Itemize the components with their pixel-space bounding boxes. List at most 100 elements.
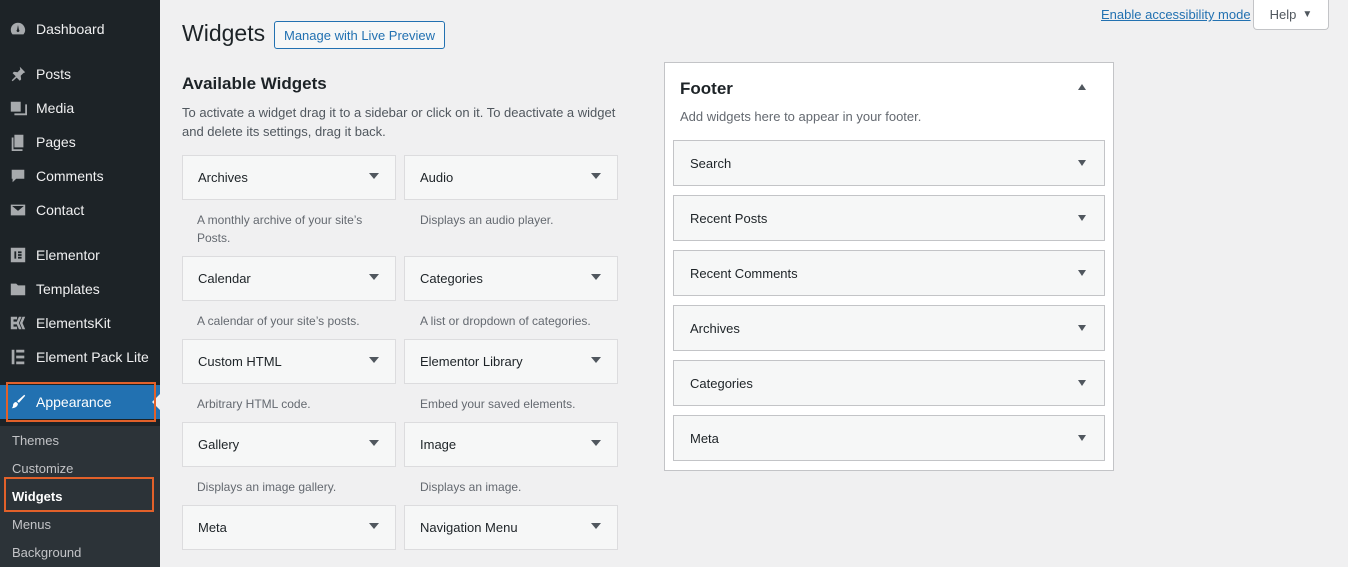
media-icon bbox=[0, 99, 36, 117]
widget-title: Image bbox=[420, 437, 457, 452]
menu-label: Elementor bbox=[36, 247, 100, 263]
caret-down-icon[interactable] bbox=[369, 173, 379, 179]
footer-widget-recent-comments[interactable]: Recent Comments bbox=[673, 250, 1105, 296]
widget-image[interactable]: Image bbox=[404, 422, 618, 467]
caret-down-icon: ▼ bbox=[1302, 9, 1313, 20]
menu-item-contact[interactable]: Contact bbox=[0, 193, 160, 227]
caret-down-icon[interactable] bbox=[369, 440, 379, 446]
menu-label: Element Pack Lite bbox=[36, 349, 149, 365]
widget-title: Meta bbox=[690, 430, 719, 446]
footer-widget-meta[interactable]: Meta bbox=[673, 415, 1105, 461]
footer-widget-area: Footer Add widgets here to appear in you… bbox=[664, 62, 1114, 471]
pin-icon bbox=[0, 65, 36, 83]
enable-accessibility-link[interactable]: Enable accessibility mode bbox=[1101, 7, 1251, 22]
caret-down-icon[interactable] bbox=[1078, 325, 1086, 331]
caret-down-icon[interactable] bbox=[369, 274, 379, 280]
manage-live-preview-button[interactable]: Manage with Live Preview bbox=[274, 21, 446, 49]
widget-archives[interactable]: Archives bbox=[182, 155, 396, 200]
widget-custom-html[interactable]: Custom HTML bbox=[182, 339, 396, 384]
widget-title: Custom HTML bbox=[198, 354, 282, 369]
help-label: Help bbox=[1269, 7, 1297, 22]
caret-down-icon[interactable] bbox=[591, 523, 601, 529]
menu-item-templates[interactable]: Templates bbox=[0, 272, 160, 306]
widget-description: A monthly archive of your site’s Posts. bbox=[197, 213, 363, 245]
help-button[interactable]: Help ▼ bbox=[1253, 0, 1329, 30]
menu-label: Contact bbox=[36, 202, 85, 218]
widget-title: Audio bbox=[420, 170, 454, 185]
footer-widget-search[interactable]: Search bbox=[673, 140, 1105, 186]
caret-down-icon[interactable] bbox=[1078, 215, 1086, 221]
submenu-item-menus[interactable]: Menus bbox=[12, 517, 51, 532]
widget-gallery[interactable]: Gallery bbox=[182, 422, 396, 467]
widget-title: Recent Comments bbox=[690, 265, 798, 281]
widget-navigation-menu[interactable]: Navigation Menu bbox=[404, 505, 618, 550]
page-title: Widgets bbox=[182, 20, 266, 46]
comment-icon bbox=[0, 167, 36, 185]
widget-title: Elementor Library bbox=[420, 354, 523, 369]
collapse-arrow-icon[interactable] bbox=[1078, 84, 1086, 90]
caret-down-icon[interactable] bbox=[591, 357, 601, 363]
widget-meta[interactable]: Meta bbox=[182, 505, 396, 550]
pages-icon bbox=[0, 133, 36, 151]
menu-item-media[interactable]: Media bbox=[0, 91, 160, 125]
widget-title: Categories bbox=[420, 271, 483, 286]
widget-categories[interactable]: Categories bbox=[404, 256, 618, 301]
footer-title: Footer bbox=[680, 79, 733, 98]
submenu-item-themes[interactable]: Themes bbox=[12, 433, 59, 448]
submenu-item-background[interactable]: Background bbox=[12, 545, 81, 560]
widget-description: Displays an image. bbox=[420, 480, 522, 494]
menu-item-posts[interactable]: Posts bbox=[0, 57, 160, 91]
element-pack-icon bbox=[0, 348, 36, 366]
footer-widget-archives[interactable]: Archives bbox=[673, 305, 1105, 351]
caret-down-icon[interactable] bbox=[591, 173, 601, 179]
elementskit-icon bbox=[0, 314, 36, 332]
widget-description: A calendar of your site’s posts. bbox=[197, 314, 360, 328]
paintbrush-icon bbox=[0, 393, 36, 411]
menu-item-elementskit[interactable]: ElementsKit bbox=[0, 306, 160, 340]
menu-label: Appearance bbox=[36, 394, 112, 410]
widget-description: A list or dropdown of categories. bbox=[420, 314, 591, 328]
widget-title: Archives bbox=[198, 170, 248, 185]
submenu-item-widgets[interactable]: Widgets bbox=[12, 489, 62, 504]
widget-description: Arbitrary HTML code. bbox=[197, 397, 311, 411]
menu-label: Dashboard bbox=[36, 21, 105, 37]
widget-calendar[interactable]: Calendar bbox=[182, 256, 396, 301]
footer-widget-categories[interactable]: Categories bbox=[673, 360, 1105, 406]
menu-item-pages[interactable]: Pages bbox=[0, 125, 160, 159]
folder-icon bbox=[0, 280, 36, 298]
caret-down-icon[interactable] bbox=[591, 274, 601, 280]
footer-widget-recent-posts[interactable]: Recent Posts bbox=[673, 195, 1105, 241]
submenu-item-customize[interactable]: Customize bbox=[12, 461, 73, 476]
mail-icon bbox=[0, 201, 36, 219]
footer-description: Add widgets here to appear in your foote… bbox=[680, 109, 922, 124]
widget-title: Navigation Menu bbox=[420, 520, 518, 535]
caret-down-icon[interactable] bbox=[1078, 160, 1086, 166]
menu-item-element-pack-lite[interactable]: Element Pack Lite bbox=[0, 340, 160, 374]
caret-down-icon[interactable] bbox=[1078, 435, 1086, 441]
admin-sidebar: Dashboard Posts Media Pages Comments Con… bbox=[0, 0, 160, 567]
menu-label: Media bbox=[36, 100, 75, 116]
caret-down-icon[interactable] bbox=[369, 523, 379, 529]
caret-down-icon[interactable] bbox=[1078, 380, 1086, 386]
caret-down-icon[interactable] bbox=[591, 440, 601, 446]
current-indicator bbox=[152, 394, 160, 410]
widget-title: Categories bbox=[690, 375, 753, 391]
widget-description: Displays an image gallery. bbox=[197, 480, 337, 494]
widget-elementor-library[interactable]: Elementor Library bbox=[404, 339, 618, 384]
available-widgets-description: To activate a widget drag it to a sideba… bbox=[182, 105, 616, 139]
caret-down-icon[interactable] bbox=[1078, 270, 1086, 276]
caret-down-icon[interactable] bbox=[369, 357, 379, 363]
menu-label: Posts bbox=[36, 66, 72, 82]
menu-item-comments[interactable]: Comments bbox=[0, 159, 160, 193]
menu-label: Pages bbox=[36, 134, 76, 150]
widget-title: Search bbox=[690, 155, 732, 171]
available-widgets-title: Available Widgets bbox=[182, 74, 327, 93]
widget-title: Archives bbox=[690, 320, 740, 336]
menu-item-elementor[interactable]: Elementor bbox=[0, 238, 160, 272]
appearance-submenu: Themes Customize Widgets Menus Backgroun… bbox=[0, 426, 160, 567]
menu-item-dashboard[interactable]: Dashboard bbox=[0, 12, 160, 46]
widget-description: Embed your saved elements. bbox=[420, 397, 576, 411]
menu-item-appearance[interactable]: Appearance bbox=[0, 385, 160, 419]
widget-audio[interactable]: Audio bbox=[404, 155, 618, 200]
widget-title: Gallery bbox=[198, 437, 240, 452]
